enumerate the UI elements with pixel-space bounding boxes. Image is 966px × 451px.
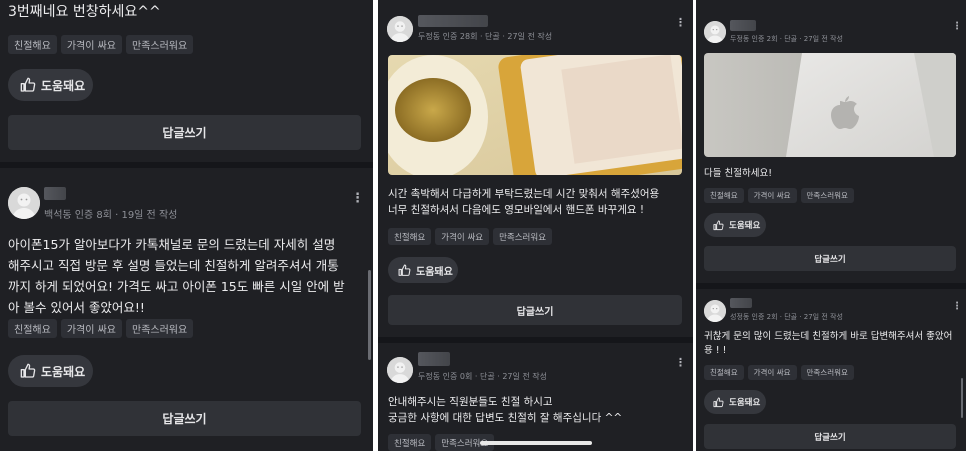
review-text-line: 아 볼수 있어서 좋았어요!! [8, 300, 145, 315]
review-meta: 성정동 인증 2회 · 단골 · 27일 전 작성 [730, 313, 843, 321]
review-panel-left: 3번째네요 번창하세요^^ 친절해요 가격이 싸요 만족스러워요 도움돼요 답글… [0, 0, 373, 451]
helpful-button[interactable]: 도움돼요 [704, 213, 766, 237]
review-text: 귀찮게 문의 많이 드렸는데 친절하게 바로 답변해주셔서 좋았어 용 ! ! [704, 330, 952, 358]
default-avatar-icon [704, 300, 726, 322]
review-text-line: 용 ! ! [704, 345, 727, 356]
avatar[interactable] [387, 16, 413, 42]
more-icon[interactable]: ⋮ [675, 17, 686, 28]
helpful-label: 도움돼요 [41, 364, 86, 379]
review-text-line: 시간 촉박해서 다급하게 부탁드렸는데 시간 맞춰서 해주셨어용 [388, 188, 660, 200]
tag-chip: 가격이 싸요 [60, 35, 122, 54]
tag-chip: 만족스러워요 [126, 35, 194, 54]
tag-chip: 친절해요 [388, 434, 432, 451]
divider [0, 162, 373, 168]
helpful-label: 도움돼요 [729, 221, 761, 231]
tag-list: 친절해요 가격이 싸요 만족스러워요 [704, 365, 854, 380]
review-text-line: 안내해주시는 직원분들도 친절 하시고 [388, 396, 553, 408]
reply-button[interactable]: 답글쓰기 [8, 115, 361, 150]
review-photo[interactable] [704, 53, 956, 157]
more-icon[interactable]: ⋮ [952, 22, 962, 32]
review-text-line: 궁금한 사항에 대한 답변도 친절히 잘 해주십니다 ^^ [388, 412, 623, 424]
author-name-redacted[interactable] [418, 352, 450, 366]
tag-list: 친절해요 가격이 싸요 만족스러워요 [388, 228, 553, 245]
tag-chip: 가격이 싸요 [435, 228, 490, 245]
review-meta: 두정동 인증 28회 · 단골 · 27일 전 작성 [418, 32, 553, 41]
review-text-line: 너무 친절하셔서 다음에도 영모바일에서 핸드폰 바꾸게요 ! [388, 204, 645, 216]
author-name-redacted[interactable] [418, 15, 488, 27]
thumbs-up-icon [20, 363, 36, 379]
review-text: 시간 촉박해서 다급하게 부탁드렸는데 시간 맞춰서 해주셨어용 너무 친절하셔… [388, 186, 659, 218]
helpful-button[interactable]: 도움돼요 [8, 69, 93, 101]
review-photo[interactable] [388, 55, 682, 175]
tag-chip: 만족스러워요 [126, 319, 194, 338]
author-name-redacted[interactable] [44, 187, 66, 200]
helpful-label: 도움돼요 [729, 398, 761, 408]
default-avatar-icon [387, 357, 413, 383]
review-text: 3번째네요 번창하세요^^ [8, 4, 161, 20]
helpful-button[interactable]: 도움돼요 [388, 257, 458, 283]
tag-chip: 만족스러워요 [493, 228, 553, 245]
more-icon[interactable]: ⋮ [952, 302, 962, 312]
review-text-line: 까지 하게 되었어요! 가격도 싸고 아이폰 15도 빠른 시일 안에 받 [8, 279, 345, 294]
avatar[interactable] [704, 21, 726, 43]
avatar[interactable] [387, 357, 413, 383]
review-meta: 두정동 인증 0회 · 단골 · 27일 전 작성 [418, 372, 548, 381]
avatar[interactable] [8, 187, 40, 219]
scrollbar[interactable] [961, 378, 963, 418]
tag-list: 친절해요 가격이 싸요 만족스러워요 [8, 35, 194, 54]
reply-button[interactable]: 답글쓰기 [8, 401, 361, 436]
review-text: 아이폰15가 알아보다가 카톡채널로 문의 드렸는데 자세히 설명 해주시고 직… [8, 234, 345, 318]
helpful-button[interactable]: 도움돼요 [704, 390, 766, 414]
reply-button[interactable]: 답글쓰기 [704, 246, 956, 271]
author-name-redacted[interactable] [730, 298, 752, 308]
divider [378, 337, 693, 343]
tag-chip: 친절해요 [704, 188, 744, 203]
review-text-line: 아이폰15가 알아보다가 카톡채널로 문의 드렸는데 자세히 설명 [8, 237, 336, 252]
default-avatar-icon [704, 21, 726, 43]
review-panel-middle: 두정동 인증 28회 · 단골 · 27일 전 작성 ⋮ 시간 촉박해서 다급하… [378, 0, 693, 451]
divider [696, 283, 966, 289]
review-meta: 백석동 인증 8회 · 19일 전 작성 [44, 210, 178, 221]
avatar[interactable] [704, 300, 726, 322]
review-text-line: 해주시고 직접 방문 후 설명 들었는데 친절하게 알려주셔서 개통 [8, 258, 339, 273]
tag-chip: 가격이 싸요 [747, 365, 797, 380]
tag-chip: 가격이 싸요 [60, 319, 122, 338]
thumbs-up-icon [713, 397, 724, 408]
thumbs-up-icon [398, 264, 411, 277]
helpful-label: 도움돼요 [416, 266, 453, 278]
helpful-button[interactable]: 도움돼요 [8, 355, 93, 387]
tag-chip: 만족스러워요 [800, 188, 854, 203]
default-avatar-icon [387, 16, 413, 42]
tag-list: 친절해요 가격이 싸요 만족스러워요 [704, 188, 854, 203]
scrollbar[interactable] [368, 270, 371, 360]
tag-chip: 친절해요 [388, 228, 432, 245]
default-avatar-icon [8, 187, 40, 219]
review-text: 다들 친절하세요! [704, 168, 773, 179]
review-photo-image [704, 53, 956, 157]
reply-button[interactable]: 답글쓰기 [704, 424, 956, 449]
review-meta: 두정동 인증 2회 · 단골 · 27일 전 작성 [730, 35, 843, 43]
tag-list: 친절해요 가격이 싸요 만족스러워요 [8, 319, 194, 338]
thumbs-up-icon [20, 77, 36, 93]
tag-chip: 만족스러워요 [800, 365, 854, 380]
tag-list: 친절해요 만족스러워요 [388, 434, 495, 451]
review-photo-image [388, 55, 682, 175]
thumbs-up-icon [713, 220, 724, 231]
reply-button[interactable]: 답글쓰기 [388, 295, 682, 325]
tag-chip: 친절해요 [8, 319, 57, 338]
tag-chip: 친절해요 [8, 35, 57, 54]
home-indicator[interactable] [480, 441, 592, 445]
tag-chip: 친절해요 [704, 365, 744, 380]
review-panel-right: 두정동 인증 2회 · 단골 · 27일 전 작성 ⋮ 다들 친절하세요! 친절… [696, 0, 966, 451]
tag-chip: 가격이 싸요 [747, 188, 797, 203]
more-icon[interactable]: ⋮ [351, 192, 364, 205]
author-name-redacted[interactable] [730, 20, 756, 31]
review-text: 안내해주시는 직원분들도 친절 하시고 궁금한 사항에 대한 답변도 친절히 잘… [388, 394, 622, 426]
helpful-label: 도움돼요 [41, 78, 86, 93]
review-text-line: 귀찮게 문의 많이 드렸는데 친절하게 바로 답변해주셔서 좋았어 [704, 331, 953, 342]
more-icon[interactable]: ⋮ [675, 357, 686, 368]
